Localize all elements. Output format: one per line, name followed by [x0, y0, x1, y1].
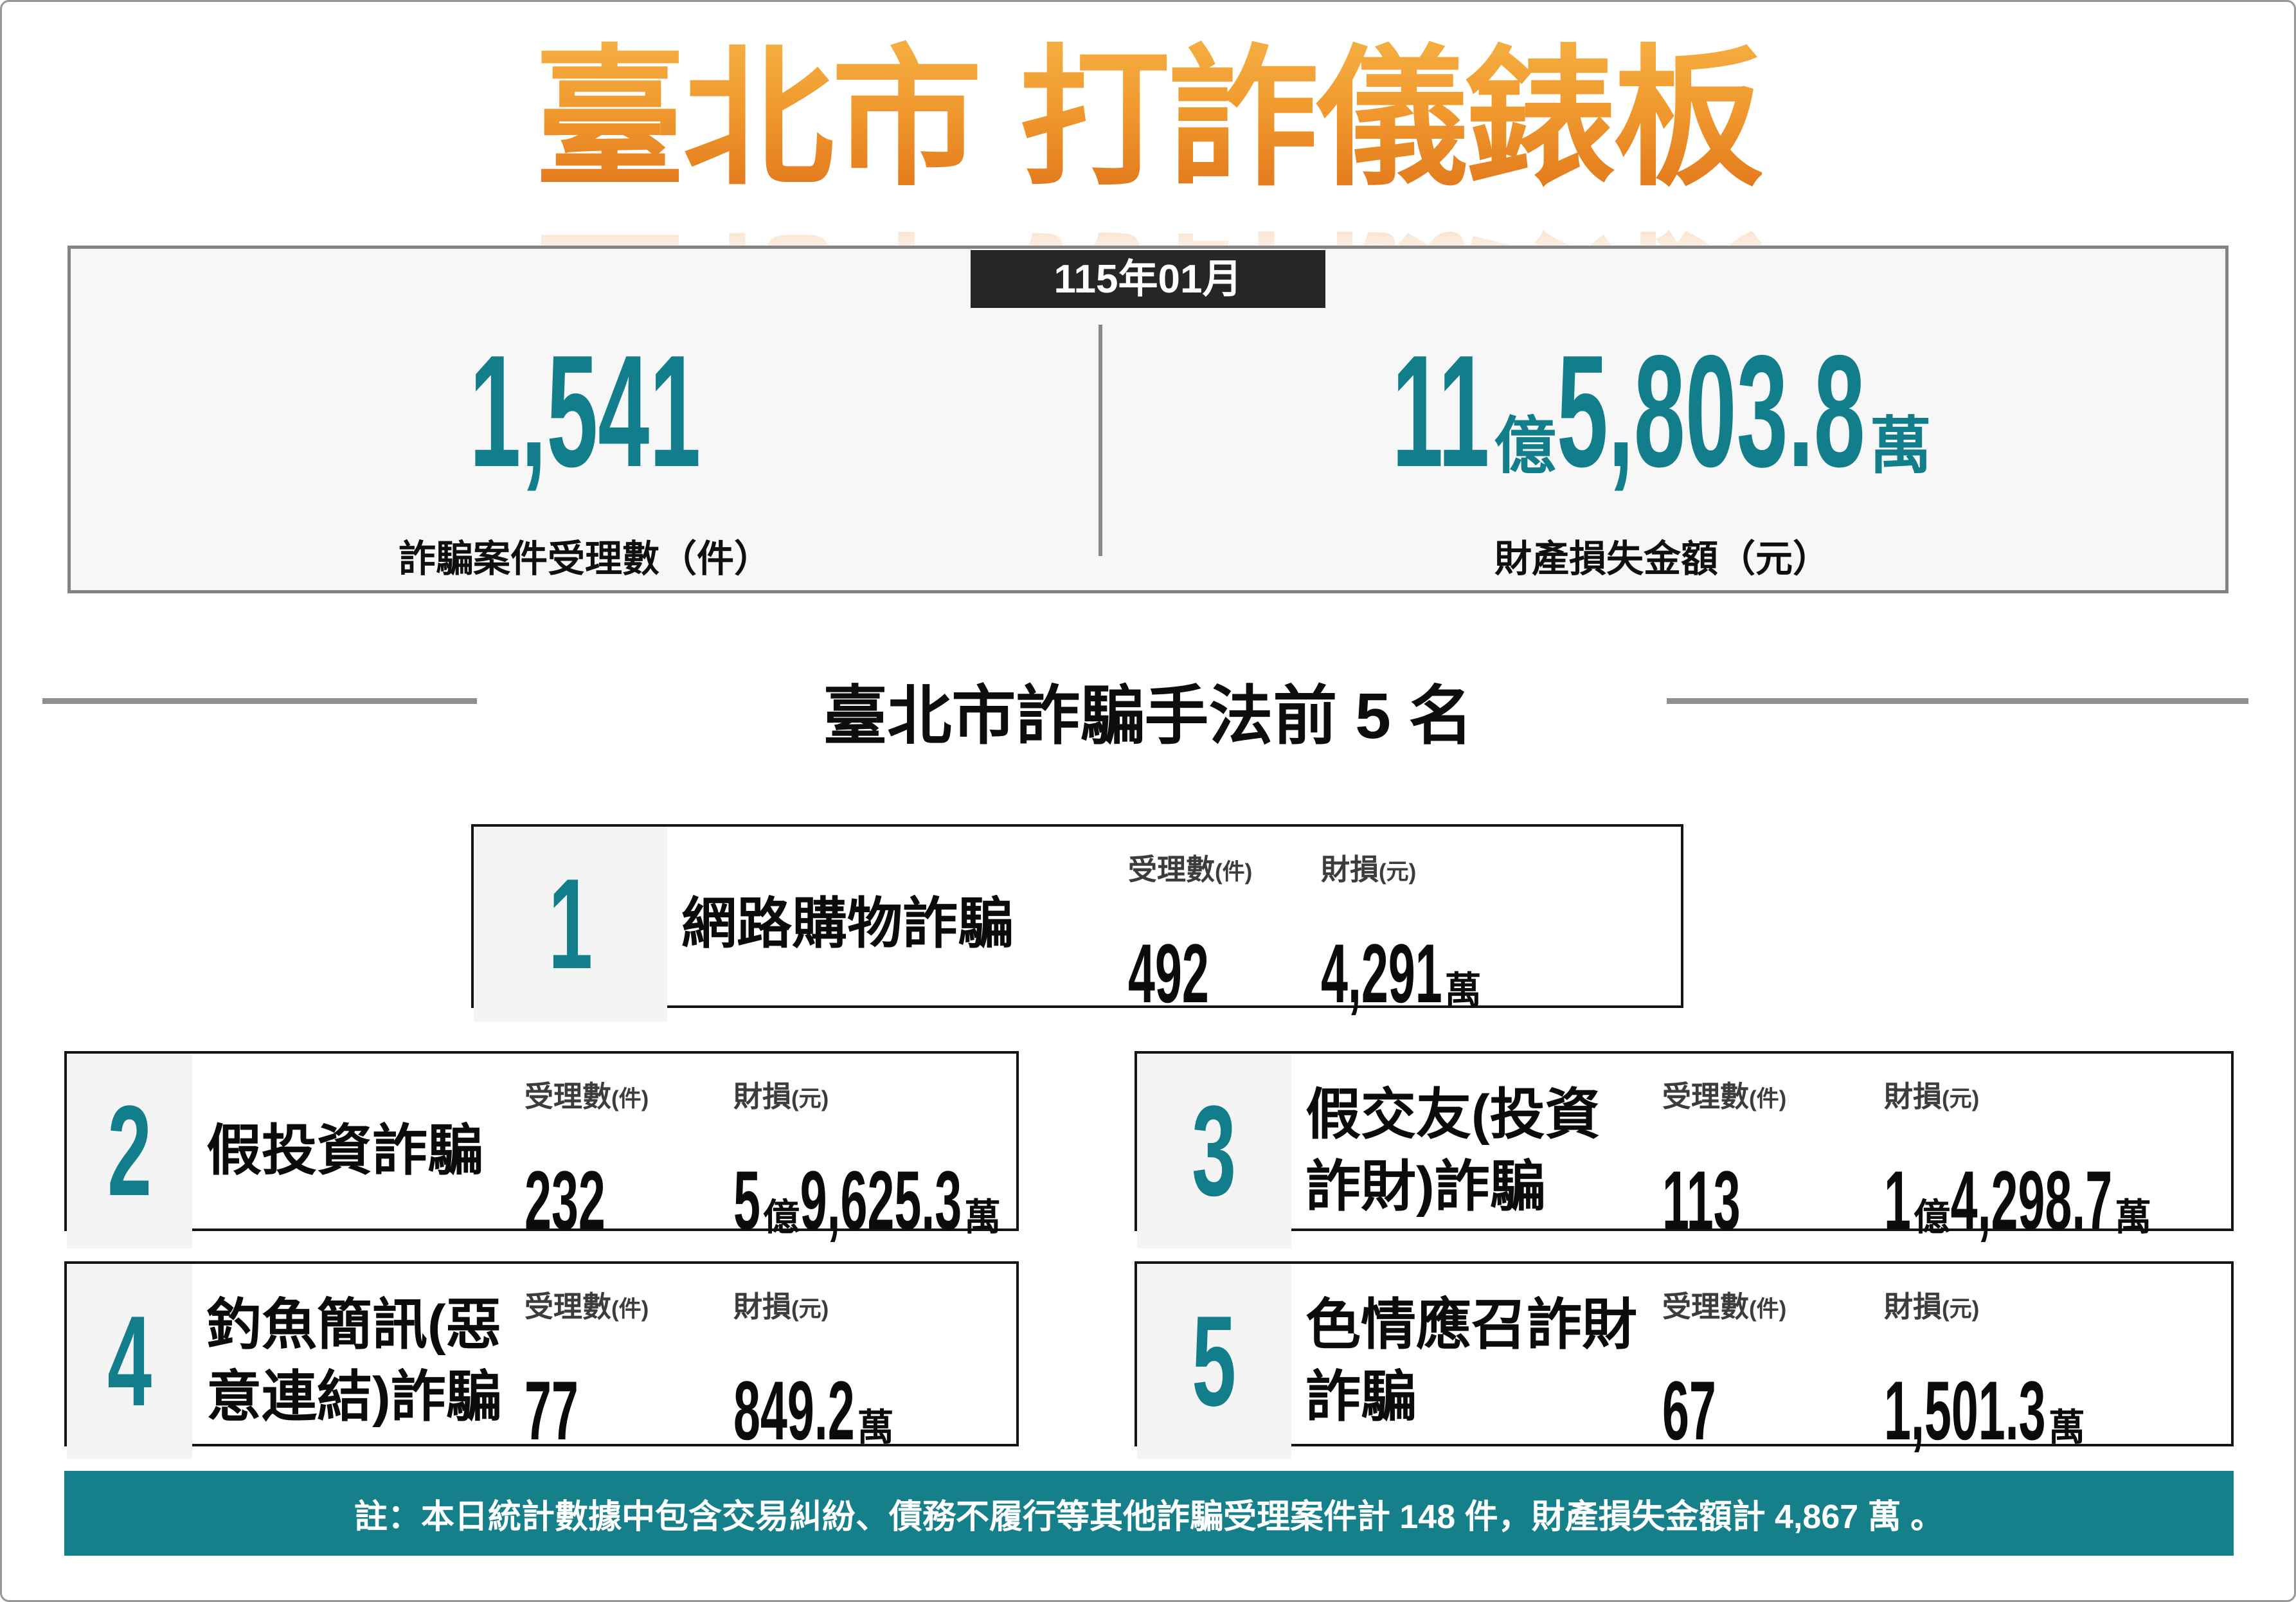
fraud-name: 假投資詐騙	[206, 1119, 483, 1182]
loss-column-value: 849.2萬	[733, 1364, 894, 1457]
rank-block: 3	[1137, 1054, 1291, 1248]
note-bar: 註：本日統計數據中包含交易糾紛、債務不履行等其他詐騙受理案件計 148 件，財產…	[64, 1471, 2234, 1556]
rank-block: 4	[67, 1264, 192, 1459]
cases-column-header: 受理數(件)	[1662, 1290, 1787, 1323]
fraud-name-cell: 網路購物詐騙	[667, 827, 1128, 1022]
cases-column-header: 受理數(件)	[525, 1290, 649, 1323]
fraud-name-cell: 色情應召詐財詐騙	[1291, 1264, 1662, 1459]
loss-total-label: 財產損失金額（元）	[1494, 538, 1830, 580]
fraud-name-cell: 釣魚簡訊(惡意連結)詐騙	[192, 1264, 525, 1459]
cases-column-header: 受理數(件)	[1662, 1080, 1787, 1113]
rank-block: 2	[67, 1054, 192, 1248]
fraud-name: 假交友(投資詐財)詐騙	[1305, 1083, 1601, 1218]
wan-unit: 萬	[857, 1407, 894, 1449]
page-header: 臺北市 打詐儀錶板	[0, 27, 2296, 212]
cases-column: 受理數(件) 77	[525, 1264, 733, 1459]
loss-column-value: 1,501.3萬	[1884, 1364, 2085, 1457]
cases-column-value: 232	[525, 1153, 605, 1247]
wan-unit: 萬	[2115, 1197, 2152, 1239]
cases-column-value: 67	[1662, 1364, 1716, 1457]
loss-column-header: 財損(元)	[1884, 1080, 1980, 1113]
loss-column-header: 財損(元)	[1884, 1290, 1980, 1323]
cases-column-header: 受理數(件)	[1128, 853, 1253, 886]
page-title: 臺北市 打詐儀錶板	[534, 27, 1764, 212]
rank-number: 4	[107, 1289, 152, 1433]
loss-column: 財損(元) 1,501.3萬	[1884, 1264, 2231, 1459]
loss-column: 財損(元) 1億4,298.7萬	[1884, 1054, 2231, 1248]
yi-unit: 億	[1913, 1197, 1951, 1239]
ranking-section-title: 臺北市詐騙手法前 5 名	[823, 680, 1473, 752]
rank-block: 1	[474, 827, 667, 1022]
ranking-card-3: 3 假交友(投資詐財)詐騙 受理數(件) 113 財損(元) 1億4,298.7…	[1135, 1051, 2234, 1248]
wan-unit: 萬	[2048, 1407, 2085, 1449]
rank-number: 5	[1192, 1289, 1237, 1433]
cases-column-value: 113	[1662, 1153, 1741, 1247]
cases-column-value: 77	[525, 1364, 578, 1457]
yi-unit: 億	[762, 1197, 800, 1239]
ranking-card-4: 4 釣魚簡訊(惡意連結)詐騙 受理數(件) 77 財損(元) 849.2萬	[64, 1261, 1019, 1459]
wan-unit: 萬	[1444, 970, 1482, 1012]
cases-column: 受理數(件) 232	[525, 1054, 733, 1248]
loss-column-header: 財損(元)	[1321, 853, 1417, 886]
loss-column-value: 5億9,625.3萬	[733, 1153, 1001, 1247]
rank-block: 5	[1137, 1264, 1291, 1459]
loss-column-header: 財損(元)	[733, 1290, 829, 1323]
wan-unit: 萬	[964, 1197, 1001, 1239]
loss-column-value: 1億4,298.7萬	[1884, 1153, 2152, 1247]
cases-column-header: 受理數(件)	[525, 1080, 649, 1113]
cases-column: 受理數(件) 492	[1128, 827, 1321, 1022]
cases-column: 受理數(件) 67	[1662, 1264, 1884, 1459]
ranking-card-5: 5 色情應召詐財詐騙 受理數(件) 67 財損(元) 1,501.3萬	[1135, 1261, 2234, 1459]
yi-unit: 億	[1494, 411, 1557, 481]
cases-total-value: 1,541	[469, 321, 701, 500]
rank-number: 2	[107, 1079, 152, 1223]
fraud-name: 釣魚簡訊(惡意連結)詐騙	[206, 1293, 501, 1428]
loss-column-header: 財損(元)	[733, 1080, 829, 1113]
ranking-card-1: 1 網路購物詐騙 受理數(件) 492 財損(元) 4,291萬	[471, 824, 1683, 1022]
summary-panel: 115年01月 1,541 詐騙案件受理數（件） 11億5,803.8萬 財產損…	[67, 246, 2229, 593]
ranking-card-2: 2 假投資詐騙 受理數(件) 232 財損(元) 5億9,625.3萬	[64, 1051, 1019, 1248]
cases-column-value: 492	[1128, 926, 1209, 1020]
cases-column: 受理數(件) 113	[1662, 1054, 1884, 1248]
loss-column-value: 4,291萬	[1321, 926, 1482, 1020]
fraud-name: 網路購物詐騙	[681, 892, 1013, 955]
fraud-name-cell: 假交友(投資詐財)詐騙	[1291, 1054, 1662, 1248]
loss-total-value: 11億5,803.8萬	[1392, 321, 1932, 500]
note-text: 註：本日統計數據中包含交易糾紛、債務不履行等其他詐騙受理案件計 148 件，財產…	[354, 1498, 1944, 1536]
fraud-name-cell: 假投資詐騙	[192, 1054, 525, 1248]
cases-total-label: 詐騙案件受理數（件）	[398, 538, 771, 580]
fraud-name: 色情應召詐財詐騙	[1305, 1293, 1637, 1428]
rank-number: 3	[1192, 1079, 1237, 1223]
wan-unit: 萬	[1869, 411, 1932, 481]
cases-stat: 1,541 詐騙案件受理數（件）	[71, 249, 1099, 590]
loss-column: 財損(元) 5億9,625.3萬	[733, 1054, 1016, 1248]
loss-column: 財損(元) 4,291萬	[1321, 827, 1681, 1022]
period-badge: 115年01月	[971, 250, 1325, 308]
loss-column: 財損(元) 849.2萬	[733, 1264, 1016, 1459]
rank-number: 1	[548, 852, 593, 996]
